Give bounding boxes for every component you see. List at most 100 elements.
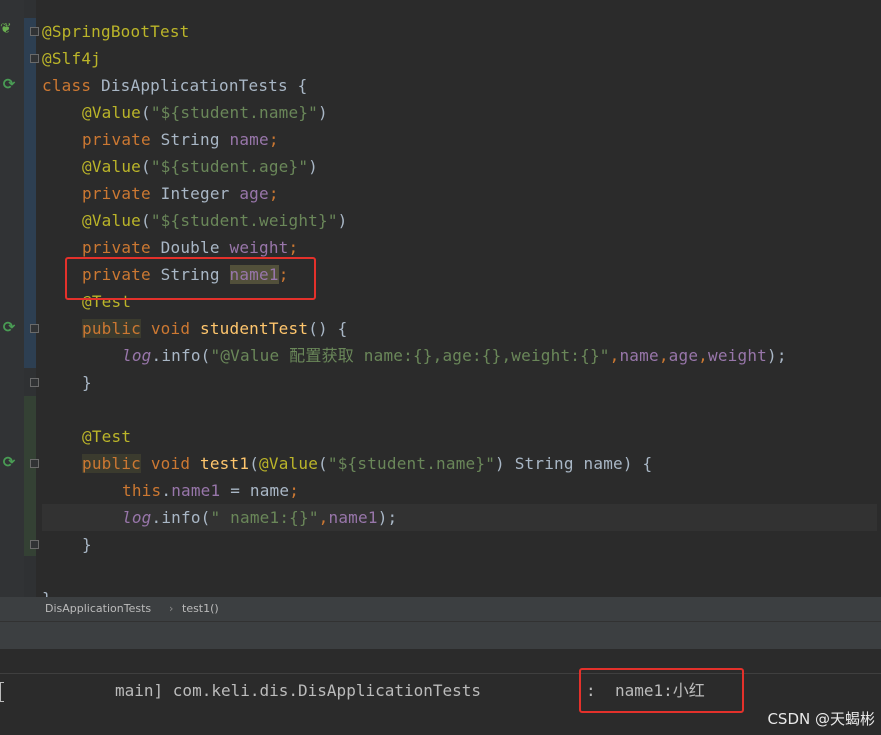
code-line[interactable]: private String name1; — [42, 261, 877, 288]
code-token: String — [160, 130, 230, 149]
code-token: @Test — [82, 292, 132, 311]
code-token: ) — [308, 157, 319, 176]
code-token: ) — [337, 211, 348, 230]
code-token: @SpringBootTest — [42, 22, 190, 41]
code-line[interactable]: } — [42, 585, 877, 597]
code-line[interactable]: private Double weight; — [42, 234, 877, 261]
code-line[interactable] — [42, 558, 877, 585]
fold-marker-icon[interactable] — [30, 54, 39, 63]
code-token: ) — [318, 103, 328, 122]
code-token: ( — [249, 454, 260, 473]
code-token: String — [160, 265, 230, 284]
code-token: age — [668, 346, 699, 365]
code-token: name1 — [328, 508, 378, 527]
code-token: log — [122, 508, 152, 527]
fold-marker-icon[interactable] — [30, 459, 39, 468]
vcs-added-marker — [24, 396, 36, 556]
breadcrumb-separator: › — [169, 602, 174, 615]
code-line[interactable]: this.name1 = name; — [42, 477, 877, 504]
code-line[interactable]: @Test — [42, 288, 877, 315]
code-token: , — [318, 508, 329, 527]
fold-marker-icon[interactable] — [30, 324, 39, 333]
code-token: } — [42, 589, 52, 597]
breadcrumb-item-method[interactable]: test1() — [182, 597, 219, 621]
code-token: @Value — [82, 211, 141, 230]
code-token: @Slf4j — [42, 49, 101, 68]
spring-leaf-icon[interactable]: ❦ — [0, 21, 16, 37]
code-token: @Value — [82, 157, 141, 176]
code-token: studentTest — [200, 319, 309, 338]
code-token: private — [82, 130, 161, 149]
code-line[interactable]: } — [42, 369, 877, 396]
fold-marker-icon[interactable] — [30, 378, 39, 387]
code-token: "${student.age}" — [150, 157, 309, 176]
code-token: @Value — [82, 103, 141, 122]
fold-marker-icon[interactable] — [30, 27, 39, 36]
console-log-message: name1:小红 — [615, 681, 705, 700]
code-token: , — [609, 346, 620, 365]
code-token: ; — [278, 265, 289, 284]
code-line[interactable]: private Integer age; — [42, 180, 877, 207]
code-line[interactable]: @Slf4j — [42, 45, 877, 72]
code-token: ( — [141, 211, 151, 230]
code-token: , — [658, 346, 669, 365]
code-line[interactable]: private String name; — [42, 126, 877, 153]
console-log-separator: : — [586, 681, 596, 700]
code-line[interactable]: public void studentTest() { — [42, 315, 877, 342]
code-token: public — [82, 319, 141, 338]
code-token: } — [82, 535, 92, 554]
console-log-source: main] com.keli.dis.DisApplicationTests — [115, 681, 482, 700]
run-test-icon[interactable]: ⟳ — [0, 318, 18, 336]
code-token: ; — [268, 184, 279, 203]
code-line[interactable]: @Value("${student.weight}") — [42, 207, 877, 234]
code-token: ( — [141, 157, 151, 176]
code-line[interactable]: class DisApplicationTests { — [42, 72, 877, 99]
code-token: public — [82, 454, 141, 473]
code-line[interactable]: log.info(" name1:{}",name1); — [42, 504, 877, 531]
code-token: name — [229, 130, 269, 149]
code-token: ; — [268, 130, 279, 149]
code-token: test1 — [200, 454, 250, 473]
code-line[interactable]: log.info("@Value 配置获取 name:{},age:{},wei… — [42, 342, 877, 369]
code-token: weight — [708, 346, 767, 365]
code-token: .info( — [151, 508, 211, 527]
code-token: ( — [318, 454, 328, 473]
code-token: name1 — [171, 481, 221, 500]
code-token: , — [698, 346, 708, 365]
code-editor[interactable]: ❦ ⟳ ⟳ ⟳ @SpringBootTest @Slf4j class DisAp… — [0, 0, 881, 597]
code-token: DisApplicationTests { — [101, 76, 308, 95]
code-token: @Value — [259, 454, 319, 473]
run-test-icon[interactable]: ⟳ — [0, 75, 18, 93]
console-divider — [0, 673, 881, 674]
code-token: ( — [141, 103, 151, 122]
run-test-icon[interactable]: ⟳ — [0, 453, 18, 471]
code-token: ); — [767, 346, 787, 365]
fold-marker-icon[interactable] — [30, 540, 39, 549]
breadcrumb: DisApplicationTests › test1() — [0, 597, 881, 621]
code-line[interactable]: @SpringBootTest — [42, 18, 877, 45]
code-token: private — [82, 238, 161, 257]
code-token: . — [161, 481, 172, 500]
code-token: ); — [377, 508, 398, 527]
code-line[interactable]: @Value("${student.name}") — [42, 99, 877, 126]
code-content[interactable]: @SpringBootTest @Slf4j class DisApplicatio… — [42, 18, 877, 597]
code-line[interactable]: } — [42, 531, 877, 558]
code-token: } — [82, 373, 92, 392]
code-token: name — [619, 346, 659, 365]
code-line[interactable]: @Test — [42, 423, 877, 450]
code-token: private — [82, 265, 161, 284]
code-token: this — [122, 481, 162, 500]
code-line[interactable]: @Value("${student.age}") — [42, 153, 877, 180]
code-token: ; — [289, 481, 300, 500]
code-token: Double — [160, 238, 230, 257]
code-token: "@Value 配置获取 name:{},age:{},weight:{}" — [210, 346, 610, 365]
breadcrumb-item-class[interactable]: DisApplicationTests — [45, 597, 151, 621]
code-token: ; — [288, 238, 299, 257]
vcs-change-marker — [24, 18, 36, 368]
code-line[interactable] — [42, 396, 877, 423]
tool-window-toolbar — [0, 621, 881, 650]
code-token: ) String name) { — [495, 454, 653, 473]
code-line[interactable]: public void test1(@Value("${student.name… — [42, 450, 877, 477]
